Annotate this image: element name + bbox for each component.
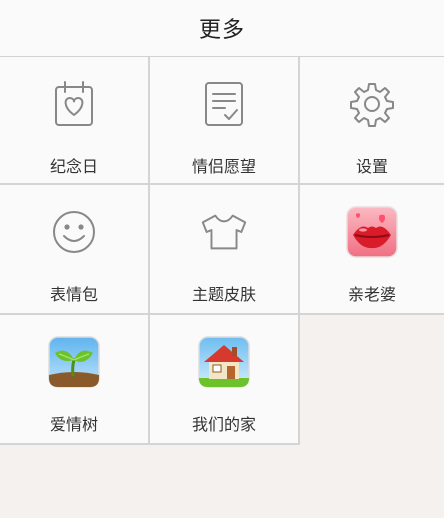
tile-label: 纪念日 [49,157,98,176]
sprout-icon [47,335,101,389]
page-title: 更多 [198,18,245,43]
tile-anniversary[interactable]: 纪念日 [0,57,150,185]
tile-label: 情侣愿望 [191,157,256,176]
tile-label: 亲老婆 [347,285,396,304]
tile-label: 设置 [355,157,388,176]
tile-label: 主题皮肤 [191,285,256,304]
gear-icon [345,77,399,131]
calendar-heart-icon [47,77,101,131]
more-page: 更多 纪念日 情侣愿望 设置 表情包 主题皮肤 亲老婆 爱情树 我们的家 [0,0,444,518]
house-icon [197,335,251,389]
tile-love-tree[interactable]: 爱情树 [0,315,150,445]
tile-theme-skin[interactable]: 主题皮肤 [150,185,300,315]
tile-kiss-wife[interactable]: 亲老婆 [300,185,444,315]
kiss-lips-icon [345,205,399,259]
smiley-icon [47,205,101,259]
tile-label: 爱情树 [49,415,98,434]
tile-stickers[interactable]: 表情包 [0,185,150,315]
tile-settings[interactable]: 设置 [300,57,444,185]
tile-label: 表情包 [49,285,98,304]
wish-list-icon [197,77,251,131]
tile-label: 我们的家 [191,415,256,434]
tile-our-home[interactable]: 我们的家 [150,315,300,445]
tile-couple-wishes[interactable]: 情侣愿望 [150,57,300,185]
top-bar: 更多 [0,0,444,57]
tshirt-icon [197,205,251,259]
